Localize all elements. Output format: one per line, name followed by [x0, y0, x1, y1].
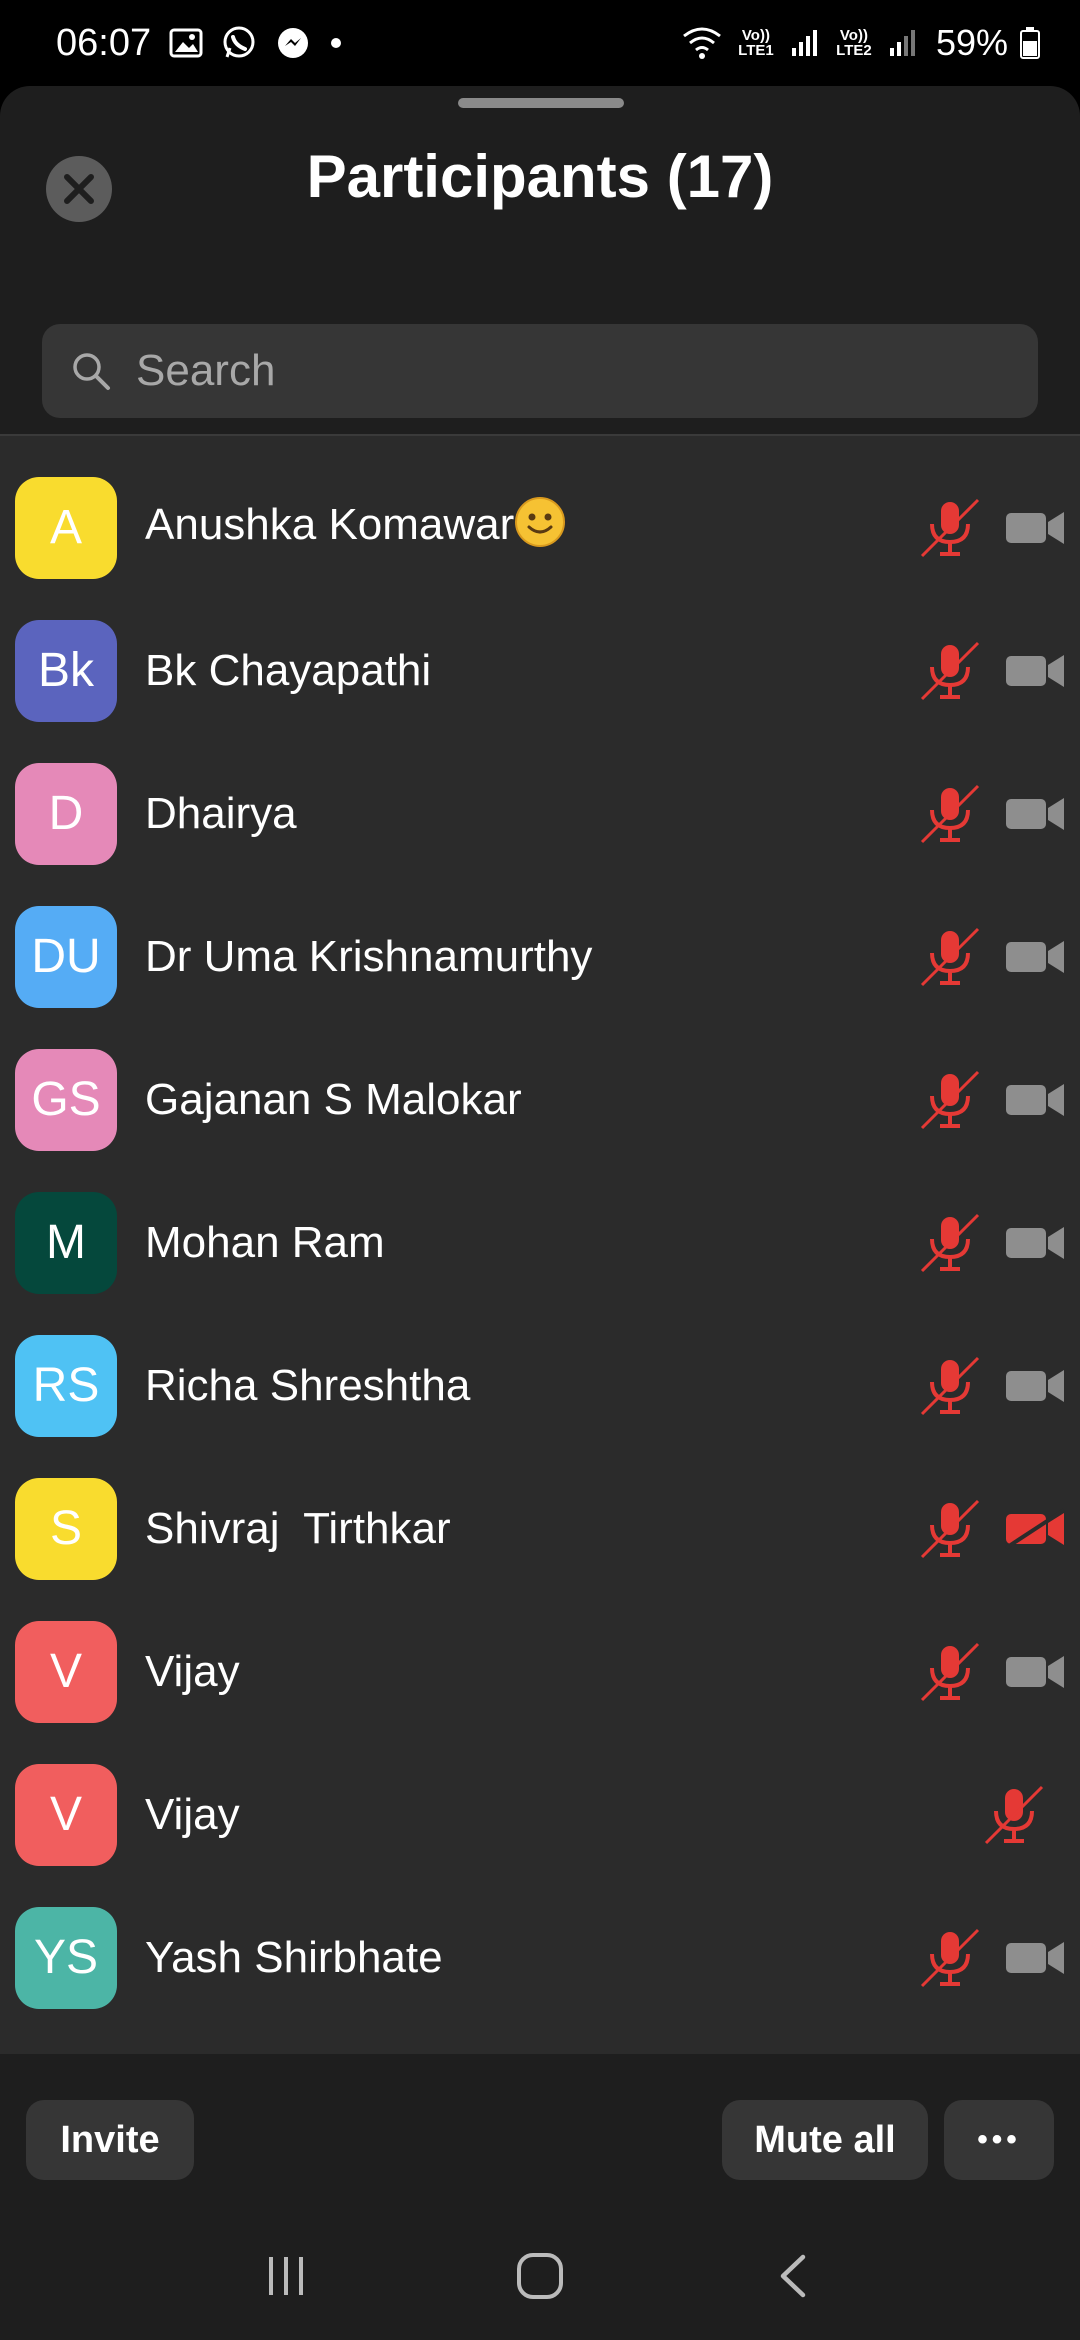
invite-button[interactable]: Invite — [26, 2100, 194, 2180]
participant-row[interactable]: M Mohan Ram — [0, 1171, 1080, 1314]
participants-sheet: Participants (17) Search A Anushka Komawa… — [0, 86, 1080, 2216]
avatar: YS — [15, 1906, 117, 2009]
participant-row[interactable]: DU Dr Uma Krishnamurthy — [0, 885, 1080, 1028]
participant-row-partial[interactable] — [0, 436, 1080, 454]
mic-muted-icon[interactable] — [918, 496, 982, 560]
wifi-icon — [682, 26, 722, 60]
mic-muted-icon[interactable] — [918, 1640, 982, 1704]
participant-name: Vijay — [145, 1790, 240, 1840]
video-icon[interactable] — [1004, 507, 1066, 549]
mic-muted-icon[interactable] — [918, 1497, 982, 1561]
mic-muted-icon[interactable] — [918, 639, 982, 703]
avatar: S — [15, 1477, 117, 1580]
video-icon[interactable] — [1004, 1222, 1066, 1264]
mic-muted-icon[interactable] — [918, 1211, 982, 1275]
mute-all-button[interactable]: Mute all — [722, 2100, 928, 2180]
participant-name: Shivraj Tirthkar — [145, 1504, 451, 1554]
video-icon[interactable] — [1004, 650, 1066, 692]
participant-name: Mohan Ram — [145, 1218, 385, 1268]
participant-name-text: Dhairya — [145, 788, 297, 838]
participant-name-text: Richa Shreshtha — [145, 1360, 471, 1410]
participant-name-text: Anushka Komawar — [145, 500, 515, 550]
participant-row[interactable]: V Vijay — [0, 1743, 1080, 1886]
avatar: V — [15, 1763, 117, 1866]
mic-muted-icon[interactable] — [918, 782, 982, 846]
status-time: 06:07 — [56, 21, 152, 64]
participant-row[interactable]: Bk Bk Chayapathi — [0, 599, 1080, 742]
smiley-emoji-icon — [514, 496, 566, 559]
signal-icon-2 — [888, 28, 918, 58]
participant-name: Dr Uma Krishnamurthy — [145, 932, 592, 982]
participant-name: Dhairya — [145, 789, 297, 839]
participant-row[interactable]: V Vijay — [0, 1600, 1080, 1743]
status-bar: 06:07 Vo)) LTE1 Vo)) LTE2 59% — [0, 0, 1080, 86]
back-button[interactable] — [769, 2251, 819, 2306]
avatar: D — [15, 762, 117, 865]
avatar: A — [15, 476, 117, 579]
mic-muted-icon[interactable] — [918, 1354, 982, 1418]
recent-apps-icon — [269, 2256, 304, 2295]
participant-row[interactable]: D Dhairya — [0, 742, 1080, 885]
video-icon[interactable] — [1004, 936, 1066, 978]
mic-muted-icon[interactable] — [982, 1783, 1046, 1847]
participant-list[interactable]: A Anushka Komawar Bk Bk Chayapathi D Dhairy… — [0, 434, 1080, 2054]
participant-name-text: Yash Shirbhate — [145, 1932, 443, 1982]
participant-name-text: Shivraj Tirthkar — [145, 1503, 451, 1553]
participant-name: Bk Chayapathi — [145, 646, 431, 696]
more-icon: ••• — [977, 2123, 1021, 2156]
home-icon — [516, 2252, 563, 2299]
notification-dot-icon — [329, 36, 343, 50]
drag-handle[interactable] — [458, 98, 624, 108]
participant-name-text: Bk Chayapathi — [145, 645, 432, 695]
video-icon[interactable] — [1004, 793, 1066, 835]
video-off-icon[interactable] — [1004, 1507, 1066, 1550]
messenger-icon — [275, 25, 311, 61]
avatar: V — [15, 1620, 117, 1723]
participant-row[interactable]: RS Richa Shreshtha — [0, 1314, 1080, 1457]
search-icon — [73, 353, 110, 390]
search-input[interactable]: Search — [42, 324, 1038, 418]
participant-name: Yash Shirbhate — [145, 1933, 443, 1983]
signal-icon-1 — [790, 28, 820, 58]
avatar: GS — [15, 1048, 117, 1151]
participant-row[interactable]: S Shivraj Tirthkar — [0, 1457, 1080, 1600]
system-nav-bar — [0, 2216, 1080, 2340]
participant-row[interactable]: YS Yash Shirbhate — [0, 1886, 1080, 2029]
video-icon[interactable] — [1004, 1365, 1066, 1407]
participant-name-text: Mohan Ram — [145, 1217, 385, 1267]
more-options-button[interactable]: ••• — [944, 2100, 1054, 2180]
home-button[interactable] — [514, 2250, 566, 2307]
video-icon[interactable] — [1004, 1937, 1066, 1979]
gallery-icon — [169, 28, 203, 58]
back-icon — [780, 2254, 805, 2297]
search-placeholder: Search — [136, 346, 276, 395]
participant-row[interactable]: GS Gajanan S Malokar — [0, 1028, 1080, 1171]
participant-name-text: Dr Uma Krishnamurthy — [145, 931, 593, 981]
participant-name: Richa Shreshtha — [145, 1361, 470, 1411]
avatar: RS — [15, 1334, 117, 1437]
recent-apps-button[interactable] — [261, 2251, 311, 2306]
network-label-2: Vo)) LTE2 — [836, 27, 872, 59]
mic-muted-icon[interactable] — [918, 1926, 982, 1990]
participant-name-text: Vijay — [145, 1789, 240, 1839]
mic-muted-icon[interactable] — [918, 925, 982, 989]
participant-row[interactable]: A Anushka Komawar — [0, 456, 1080, 599]
whatsapp-icon — [221, 25, 257, 61]
footer-toolbar: Invite Mute all ••• — [0, 2054, 1080, 2216]
avatar: M — [15, 1191, 117, 1294]
participant-name-text: Gajanan S Malokar — [145, 1074, 522, 1124]
participant-name: Anushka Komawar — [145, 496, 566, 559]
mic-muted-icon[interactable] — [918, 1068, 982, 1132]
battery-icon — [1020, 27, 1040, 59]
participant-name: Gajanan S Malokar — [145, 1075, 522, 1125]
avatar: DU — [15, 905, 117, 1008]
video-icon[interactable] — [1004, 1651, 1066, 1693]
page-title: Participants (17) — [306, 143, 774, 210]
network-label-1: Vo)) LTE1 — [738, 27, 774, 59]
participant-name-text: Vijay — [145, 1646, 240, 1696]
battery-percent: 59% — [935, 22, 1008, 63]
video-icon[interactable] — [1004, 1079, 1066, 1121]
avatar: Bk — [15, 619, 117, 722]
participant-name: Vijay — [145, 1647, 240, 1697]
